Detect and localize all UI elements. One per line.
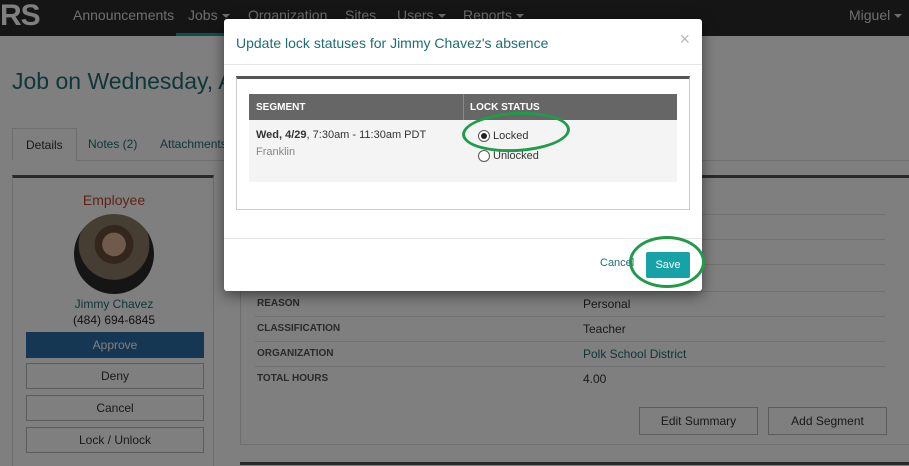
dialog-title: Update lock statuses for Jimmy Chavez's …	[236, 35, 549, 51]
divider	[224, 238, 702, 239]
lock-status-dialog: Update lock statuses for Jimmy Chavez's …	[224, 19, 702, 291]
segment-site: Franklin	[256, 146, 296, 158]
table-header: SEGMENT LOCK STATUS	[249, 94, 677, 120]
divider	[224, 64, 702, 65]
unlocked-radio[interactable]	[478, 150, 490, 163]
column-header-segment: SEGMENT	[256, 102, 306, 113]
close-icon[interactable]: ×	[679, 29, 690, 50]
segment-date: Wed, 4/29, 7:30am - 11:30am PDT	[256, 129, 426, 141]
divider	[463, 94, 464, 120]
segment-time: , 7:30am - 11:30am PDT	[306, 129, 427, 141]
segments-container: SEGMENT LOCK STATUS Wed, 4/29, 7:30am - …	[236, 76, 690, 210]
highlight-ellipse-save	[629, 236, 705, 288]
segment-day: Wed, 4/29	[256, 129, 307, 141]
